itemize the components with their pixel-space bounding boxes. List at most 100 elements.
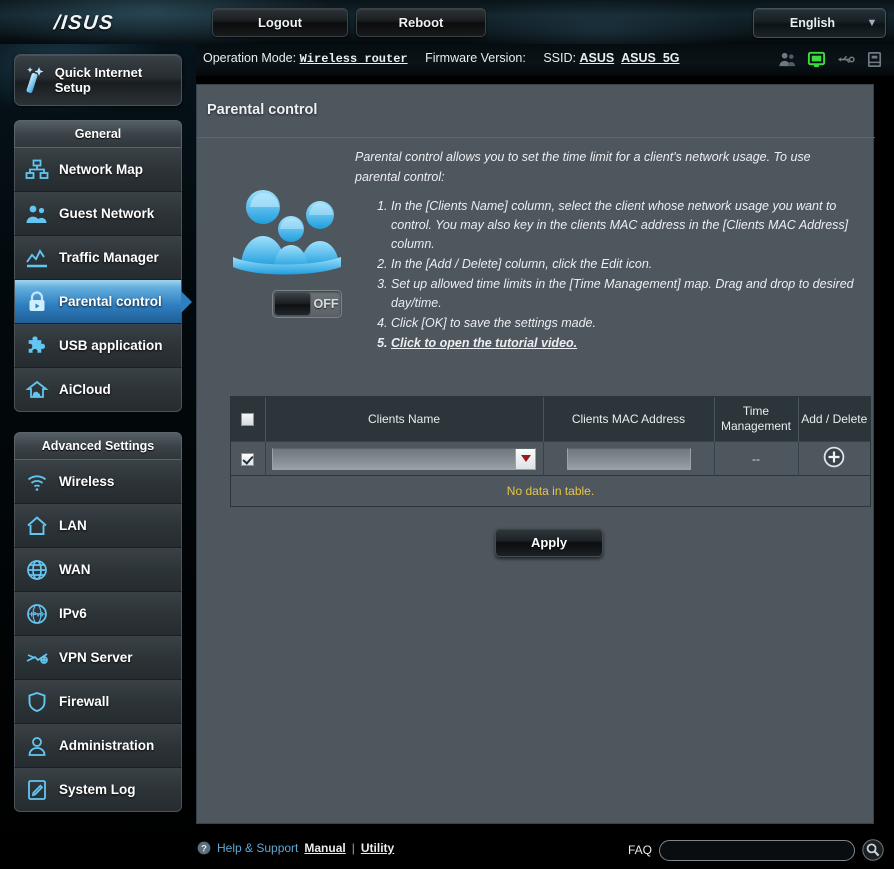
row-client-name-cell bbox=[265, 441, 544, 476]
sidebar-label-vpn-server: VPN Server bbox=[59, 650, 133, 665]
row-checkbox[interactable] bbox=[241, 452, 255, 466]
operation-mode-value[interactable]: Wireless router bbox=[300, 52, 408, 66]
tutorial-video-link[interactable]: Click to open the tutorial video. bbox=[391, 334, 859, 353]
header-time-management: Time Management bbox=[714, 397, 799, 442]
sidebar-label-parental-control: Parental control bbox=[59, 294, 162, 309]
sidebar-item-ipv6[interactable]: IPv6 IPv6 bbox=[14, 592, 182, 636]
sidebar-label-network-map: Network Map bbox=[59, 162, 144, 177]
sidebar-item-aicloud[interactable]: AiCloud bbox=[14, 368, 182, 412]
sidebar-label-guest-network: Guest Network bbox=[59, 206, 155, 221]
apply-button[interactable]: Apply bbox=[495, 528, 603, 557]
language-selector[interactable]: English ▼ bbox=[753, 8, 886, 38]
clients-icon[interactable] bbox=[778, 50, 797, 69]
client-name-select[interactable] bbox=[272, 447, 536, 470]
quick-internet-setup-button[interactable]: Quick Internet Setup bbox=[14, 54, 182, 106]
sidebar-label-system-log: System Log bbox=[59, 782, 136, 797]
cloud-icon bbox=[15, 378, 59, 402]
reboot-button[interactable]: Reboot bbox=[356, 8, 486, 37]
edit-document-icon bbox=[15, 778, 59, 802]
svg-text:IPv6: IPv6 bbox=[31, 611, 44, 618]
page-title: Parental control bbox=[207, 102, 318, 118]
ssid-value-24g[interactable]: ASUS bbox=[579, 51, 614, 65]
firmware-version-label: Firmware Version: bbox=[425, 51, 526, 65]
faq-label: FAQ bbox=[627, 843, 652, 857]
sidebar-item-wan[interactable]: WAN bbox=[14, 548, 182, 592]
language-label: English bbox=[789, 16, 836, 30]
toggle-knob bbox=[274, 292, 311, 316]
parental-control-toggle[interactable]: OFF bbox=[272, 290, 342, 318]
sidebar-item-lan[interactable]: LAN bbox=[14, 504, 182, 548]
vpn-icon bbox=[15, 646, 59, 670]
empty-table-message: No data in table. bbox=[231, 475, 870, 506]
sidebar-group-general: General Network Map Guest Network Traffi… bbox=[14, 120, 192, 412]
wifi-icon bbox=[15, 470, 59, 494]
clients-table: Clients Name Clients MAC Address Time Ma… bbox=[230, 396, 871, 507]
title-divider bbox=[197, 137, 875, 138]
step-2: In the [Add / Delete] column, click the … bbox=[391, 255, 859, 274]
svg-text:?: ? bbox=[201, 843, 207, 854]
traffic-manager-icon bbox=[15, 246, 59, 270]
main-content-panel: Parental control Parental control allows… bbox=[196, 84, 875, 824]
sidebar-label-wan: WAN bbox=[59, 562, 91, 577]
sidebar-item-network-map[interactable]: Network Map bbox=[14, 148, 182, 192]
home-icon bbox=[15, 514, 59, 538]
sidebar-item-system-log[interactable]: System Log bbox=[14, 768, 182, 812]
sidebar-group-title-advanced: Advanced Settings bbox=[14, 432, 182, 460]
step-1: In the [Clients Name] column, select the… bbox=[391, 197, 859, 254]
sidebar: Quick Internet Setup General Network Map… bbox=[0, 44, 196, 869]
footer: ? Help & Support Manual | Utility FAQ bbox=[0, 832, 894, 869]
sidebar-label-administration: Administration bbox=[59, 738, 155, 753]
instruction-steps: In the [Clients Name] column, select the… bbox=[373, 197, 859, 354]
sidebar-label-ipv6: IPv6 bbox=[59, 606, 87, 621]
sidebar-item-parental-control[interactable]: Parental control bbox=[14, 280, 192, 324]
ssid-value-5g[interactable]: ASUS_5G bbox=[621, 51, 679, 65]
sidebar-label-lan: LAN bbox=[59, 518, 87, 533]
asus-logo: /ISUS bbox=[52, 12, 115, 34]
logout-button[interactable]: Logout bbox=[212, 8, 348, 37]
client-mac-input[interactable] bbox=[566, 447, 691, 470]
status-icon-group bbox=[778, 50, 884, 69]
sidebar-item-vpn-server[interactable]: VPN Server bbox=[14, 636, 182, 680]
sidebar-item-traffic-manager[interactable]: Traffic Manager bbox=[14, 236, 182, 280]
user-icon bbox=[15, 734, 59, 758]
select-all-checkbox[interactable] bbox=[241, 412, 255, 426]
footer-separator: | bbox=[351, 841, 355, 855]
monitor-icon[interactable] bbox=[807, 50, 826, 69]
search-icon[interactable] bbox=[862, 839, 884, 861]
header-add-delete: Add / Delete bbox=[798, 397, 870, 442]
sidebar-item-guest-network[interactable]: Guest Network bbox=[14, 192, 182, 236]
shield-icon bbox=[15, 690, 59, 714]
select-all-cell bbox=[231, 397, 266, 442]
sidebar-item-wireless[interactable]: Wireless bbox=[14, 460, 182, 504]
manual-link[interactable]: Manual bbox=[304, 841, 345, 855]
printer-icon[interactable] bbox=[865, 50, 884, 69]
sidebar-item-usb-application[interactable]: USB application bbox=[14, 324, 182, 368]
sidebar-label-usb-application: USB application bbox=[59, 338, 163, 353]
toggle-state-label: OFF bbox=[313, 297, 339, 311]
globe-icon bbox=[15, 558, 59, 582]
intro-paragraph: Parental control allows you to set the t… bbox=[355, 150, 811, 184]
empty-table-row: No data in table. bbox=[231, 475, 870, 506]
plus-circle-icon[interactable] bbox=[823, 446, 845, 471]
lock-icon bbox=[15, 290, 59, 314]
step-3: Set up allowed time limits in the [Time … bbox=[391, 275, 859, 313]
usb-icon[interactable] bbox=[836, 50, 855, 69]
sidebar-item-administration[interactable]: Administration bbox=[14, 724, 182, 768]
table-header-row: Clients Name Clients MAC Address Time Ma… bbox=[231, 397, 870, 442]
row-select-cell bbox=[231, 441, 266, 476]
faq-block: FAQ bbox=[628, 839, 884, 861]
help-support-label[interactable]: Help & Support bbox=[217, 841, 298, 855]
faq-search-input[interactable] bbox=[659, 839, 855, 861]
sidebar-group-title-general: General bbox=[14, 120, 182, 148]
sidebar-label-traffic-manager: Traffic Manager bbox=[59, 250, 159, 265]
utility-link[interactable]: Utility bbox=[361, 841, 394, 855]
guest-network-icon bbox=[15, 202, 59, 226]
question-circle-icon[interactable]: ? bbox=[197, 841, 211, 855]
header-clients-name: Clients Name bbox=[265, 397, 544, 442]
caret-down-icon[interactable] bbox=[515, 448, 535, 469]
sidebar-label-wireless: Wireless bbox=[59, 474, 115, 489]
ipv6-globe-icon: IPv6 bbox=[15, 602, 59, 626]
row-time-management: -- bbox=[714, 441, 799, 476]
wand-icon bbox=[15, 65, 55, 95]
sidebar-item-firewall[interactable]: Firewall bbox=[14, 680, 182, 724]
